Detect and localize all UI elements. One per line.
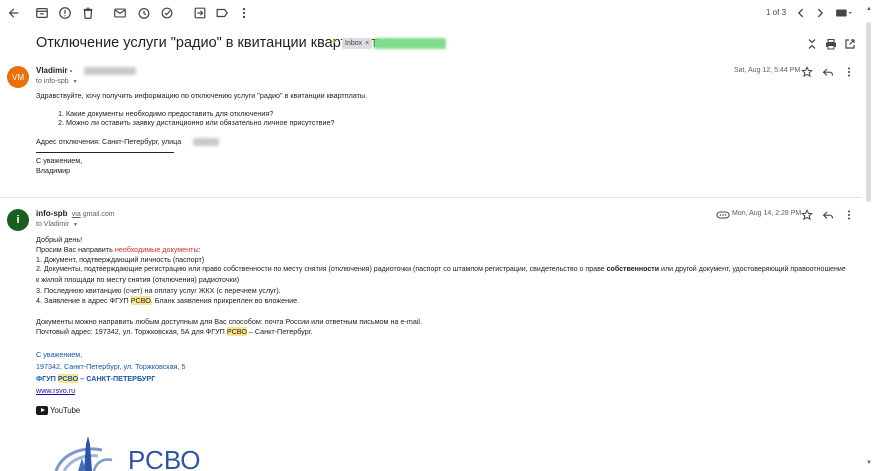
delete-icon[interactable] <box>80 5 96 21</box>
via-link[interactable]: via <box>72 211 81 218</box>
list-item: 3. Последнюю квитанцию (счет) на оплату … <box>36 286 281 295</box>
redacted-street <box>193 138 219 146</box>
message-divider <box>0 197 862 198</box>
to-line-text: to info-spb <box>36 78 69 85</box>
signature-regards: С уважением, <box>36 350 83 359</box>
print-icon[interactable] <box>825 37 837 50</box>
message-text: С уважением, <box>36 156 83 165</box>
list-item: к жилой площади по месту снятия (отключе… <box>36 275 240 284</box>
text-segment: – САНКТ-ПЕТЕРБУРГ <box>78 374 156 383</box>
message-text: Здравствуйте, хочу получить информацию п… <box>36 91 368 100</box>
text-segment: 4. Заявление в адрес ФГУП <box>36 296 131 305</box>
label-icon[interactable] <box>214 5 230 21</box>
open-new-window-icon[interactable] <box>844 37 856 49</box>
more-vert-icon[interactable] <box>236 5 252 21</box>
via-domain: gmail.com <box>82 211 115 218</box>
rsvo-logo: РСВО <box>52 436 212 471</box>
message-text: Документы можно направить любым доступны… <box>36 317 423 326</box>
text-segment: . Бланк заявления прикреплен во вложение… <box>150 296 300 305</box>
collapse-icon[interactable] <box>806 37 818 49</box>
add-task-icon[interactable] <box>159 5 175 21</box>
youtube-label: YouTube <box>50 406 81 415</box>
text-segment: : <box>198 245 201 254</box>
text-segment: Почтовый адрес: 197342, ул. Торжковская,… <box>36 327 227 336</box>
message-date: Mon, Aug 14, 2:28 PM <box>732 210 802 217</box>
text-segment-highlight: РСВО <box>226 327 247 336</box>
text-segment: или другой документ, удостоверяющий прав… <box>659 266 846 273</box>
recipients-toggle[interactable]: to info-spb ▼ <box>36 78 78 85</box>
logo-text: РСВО <box>128 445 201 471</box>
text-segment: ФГУП <box>36 374 58 383</box>
text-segment-highlight: РСВО <box>130 296 151 305</box>
star-icon[interactable] <box>800 65 814 78</box>
chevron-down-icon[interactable]: ▼ <box>73 79 78 85</box>
star-icon[interactable] <box>800 208 814 221</box>
mark-unread-icon[interactable] <box>112 5 128 21</box>
sender-name-text: info-spb <box>36 209 68 218</box>
sender-name[interactable]: info-spb via gmail.com <box>36 209 115 218</box>
text-segment: – Санкт-Петербург. <box>246 327 313 336</box>
signature-address: 197342, Санкт-Петербург, ул. Торжковская… <box>36 362 186 371</box>
text-segment: 2. Документы, подтверждающие регистрацию… <box>36 266 607 273</box>
redacted-email <box>84 67 136 75</box>
avatar[interactable]: i <box>7 209 29 231</box>
scrollbar-thumb[interactable] <box>866 22 871 202</box>
youtube-icon <box>36 406 48 415</box>
scroll-up-icon[interactable]: ▲ <box>866 6 872 12</box>
chevron-right-icon[interactable] <box>812 5 828 21</box>
text-segment-highlight: РСВО <box>57 374 79 383</box>
more-vert-icon[interactable] <box>843 65 855 77</box>
pager-text: 1 of 3 <box>766 8 787 17</box>
scroll-down-icon[interactable]: ▼ <box>866 460 872 466</box>
reply-icon[interactable] <box>822 65 834 77</box>
list-item: 2. Можно ли оставить заявку дистанционно… <box>58 118 335 127</box>
list-item: 1. Документ, подтверждающий личность (па… <box>36 255 205 264</box>
signature-separator <box>36 152 174 153</box>
move-to-icon[interactable] <box>192 5 208 21</box>
toolbar: 1 of 3 <box>0 0 877 26</box>
recipients-toggle[interactable]: to Vladimir ▼ <box>36 221 78 228</box>
label-chip-text: Inbox <box>345 40 363 47</box>
hidden-text-icon[interactable] <box>716 208 730 220</box>
youtube-link[interactable]: YouTube <box>36 406 80 415</box>
list-item: 4. Заявление в адрес ФГУП РСВО. Бланк за… <box>36 296 299 306</box>
sender-name[interactable]: Vladimir - <box>36 66 72 75</box>
more-vert-icon[interactable] <box>843 208 855 220</box>
chevron-down-icon[interactable]: ▼ <box>73 222 78 228</box>
text-segment-red: необходимые документы <box>114 245 199 254</box>
remove-label-icon[interactable]: × <box>365 40 369 47</box>
keyboard-icon[interactable] <box>834 5 854 21</box>
text-segment: Просим Вас направить <box>36 245 115 254</box>
list-item: 2. Документы, подтверждающие регистрацию… <box>36 265 846 275</box>
message-text: Просим Вас направить необходимые докумен… <box>36 245 201 255</box>
message-text: Адрес отключения: Санкт-Петербург, улица <box>36 137 182 146</box>
report-spam-icon[interactable] <box>57 5 73 21</box>
message-text: Владимир <box>36 166 71 175</box>
avatar[interactable]: VM <box>7 66 29 88</box>
message-text: Почтовый адрес: 197342, ул. Торжковская,… <box>36 327 312 337</box>
message-text: Добрый день! <box>36 235 83 244</box>
to-line-text: to Vladimir <box>36 221 70 228</box>
importance-marker-icon[interactable]: » <box>330 36 336 47</box>
text-segment-bold: собственности <box>606 266 660 273</box>
snooze-icon[interactable] <box>136 5 152 21</box>
website-link[interactable]: www.rsvo.ru <box>36 386 75 396</box>
reply-icon[interactable] <box>822 208 834 220</box>
back-arrow-icon[interactable] <box>6 5 22 21</box>
signature-org: ФГУП РСВО – САНКТ-ПЕТЕРБУРГ <box>36 374 155 384</box>
chevron-left-icon[interactable] <box>793 5 809 21</box>
message-date: Sat, Aug 12, 5:44 PM <box>734 67 801 74</box>
label-chip-inbox[interactable]: Inbox × <box>342 38 373 49</box>
label-chip-redacted[interactable] <box>374 38 446 49</box>
archive-icon[interactable] <box>34 5 50 21</box>
